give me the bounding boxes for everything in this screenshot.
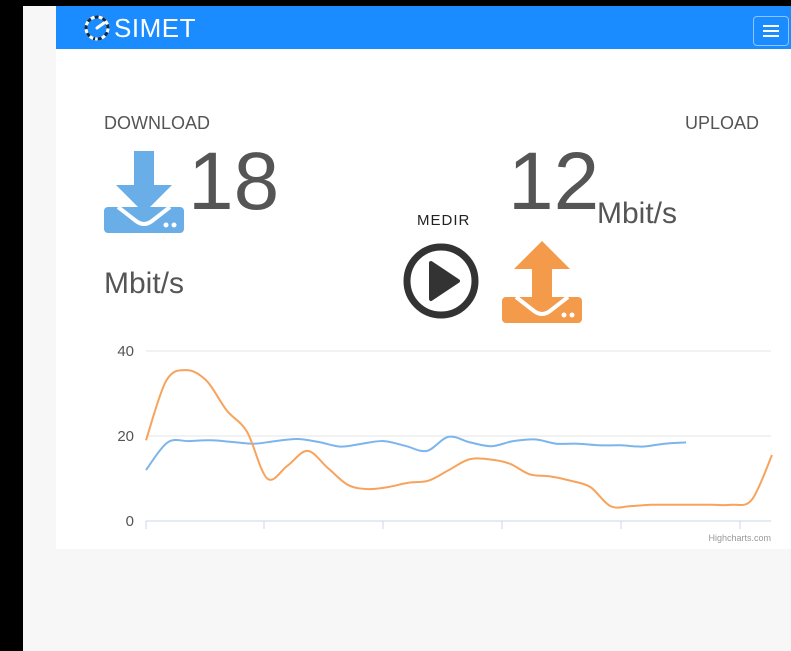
start-test-button[interactable] <box>402 242 480 320</box>
y-tick-label: 20 <box>117 428 134 445</box>
measure-label: MEDIR <box>417 212 471 229</box>
hamburger-icon <box>763 25 779 37</box>
download-series-line <box>145 435 687 471</box>
upload-label: UPLOAD <box>684 113 759 133</box>
download-value: 18 <box>188 136 280 227</box>
chart-credit: Highcharts.com <box>708 533 771 543</box>
download-unit: Mbit/s <box>104 267 185 300</box>
speed-chart: 0 20 40 Highcharts.com <box>117 343 773 543</box>
upload-value: 12 <box>508 136 600 227</box>
download-icon <box>104 151 184 233</box>
speedometer-icon <box>84 15 110 41</box>
logo[interactable]: SIMET <box>82 10 196 46</box>
menu-button[interactable] <box>753 16 789 46</box>
speed-test-card: DOWNLOAD UPLOAD 18 Mbit/s MEDIR 12 Mbit/… <box>56 49 791 549</box>
upload-unit: Mbit/s <box>597 197 678 230</box>
upload-icon <box>502 241 582 323</box>
logo-text: SIMET <box>114 12 196 43</box>
y-tick-label: 40 <box>117 343 134 360</box>
download-label: DOWNLOAD <box>104 113 211 133</box>
app-frame: SIMET DOWNLOAD UPLOAD 18 Mbit/s MEDIR 12… <box>23 6 791 651</box>
y-tick-label: 0 <box>126 513 134 530</box>
navbar: SIMET <box>56 6 791 49</box>
